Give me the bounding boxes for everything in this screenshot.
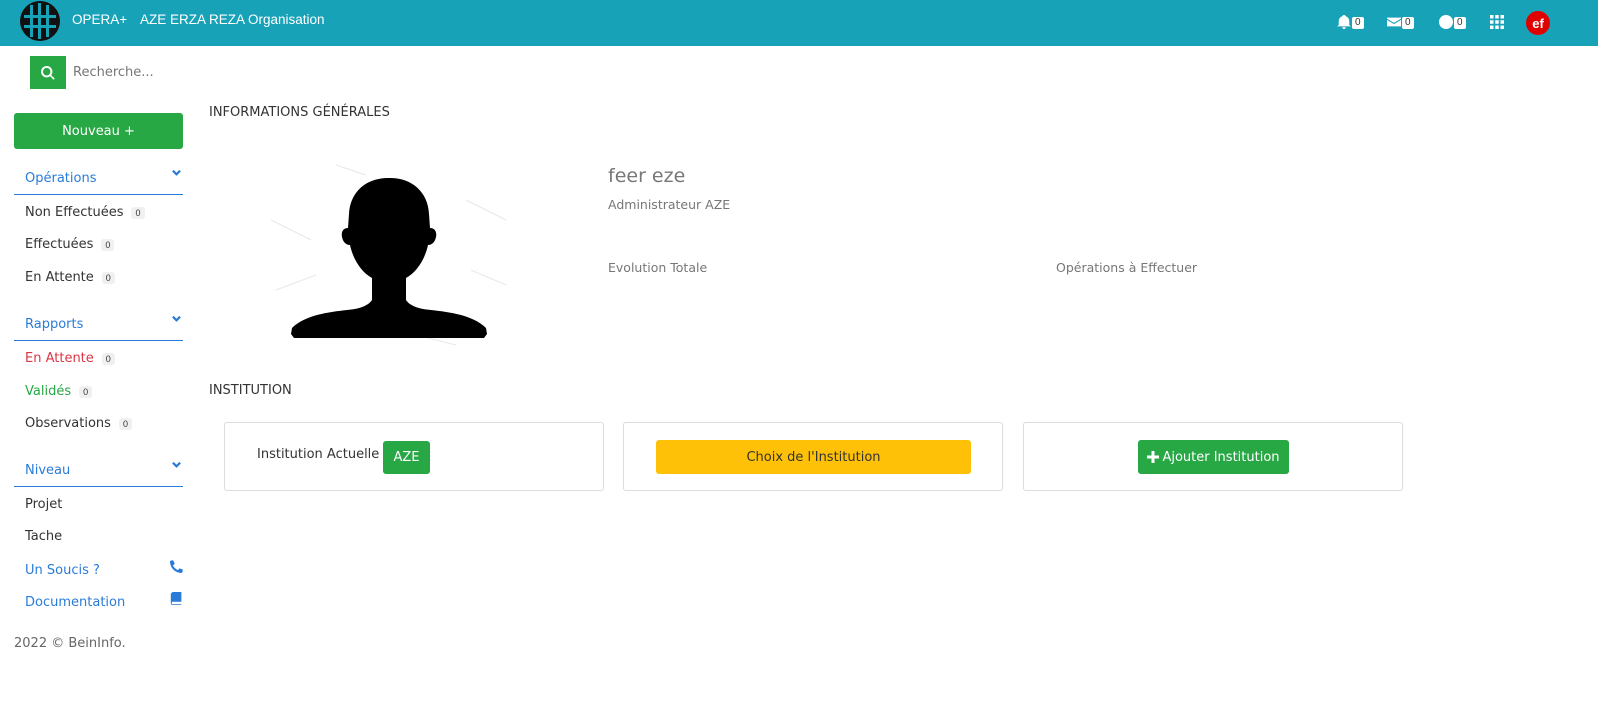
user-avatar[interactable]: ef bbox=[1526, 11, 1550, 35]
plus-icon bbox=[1147, 451, 1160, 463]
grid-icon bbox=[1490, 15, 1504, 29]
count-badge: 0 bbox=[101, 271, 115, 284]
add-institution-label: Ajouter Institution bbox=[1162, 449, 1280, 465]
count-badge: 0 bbox=[118, 417, 132, 430]
evolution-total-label: Evolution Totale bbox=[608, 260, 708, 275]
sidebar-item-label: Un Soucis ? bbox=[25, 563, 100, 578]
sidebar-item-non-effectuees[interactable]: Non Effectuées 0 bbox=[25, 205, 145, 220]
sidebar-item-valides[interactable]: Validés 0 bbox=[25, 384, 93, 399]
search-input[interactable] bbox=[66, 56, 186, 89]
top-navbar: OPERA+ AZE ERZA REZA Organisation 0 0 0 … bbox=[0, 0, 1598, 46]
section-niveau-header[interactable]: Niveau bbox=[14, 461, 183, 487]
search-icon bbox=[41, 65, 55, 80]
sidebar-item-projet[interactable]: Projet bbox=[25, 497, 62, 512]
phone-icon[interactable] bbox=[169, 558, 183, 574]
bell-icon bbox=[1337, 15, 1351, 29]
sidebar-item-en-attente[interactable]: En Attente 0 bbox=[25, 270, 115, 285]
choose-institution-button[interactable]: Choix de l'Institution bbox=[656, 440, 971, 474]
current-institution-card: Institution Actuelle : AZE bbox=[224, 422, 604, 491]
chevron-down-icon[interactable] bbox=[172, 458, 181, 468]
sidebar-item-label: Documentation bbox=[25, 595, 126, 610]
profile-silhouette-image bbox=[266, 160, 516, 350]
sidebar-item-tache[interactable]: Tache bbox=[25, 529, 62, 544]
section-operations-header[interactable]: Opérations bbox=[14, 169, 183, 195]
book-icon[interactable] bbox=[170, 590, 183, 605]
new-button[interactable]: Nouveau + bbox=[14, 113, 183, 149]
app-logo-icon[interactable] bbox=[20, 1, 60, 41]
sidebar-item-effectuees[interactable]: Effectuées 0 bbox=[25, 237, 115, 252]
sidebar-item-rapports-en-attente[interactable]: En Attente 0 bbox=[25, 351, 115, 366]
history-count-badge: 0 bbox=[1454, 17, 1466, 29]
apps-grid-button[interactable] bbox=[1490, 12, 1504, 32]
count-badge: 0 bbox=[79, 385, 93, 398]
general-info-title: INFORMATIONS GÉNÉRALES bbox=[209, 105, 390, 120]
add-institution-button[interactable]: Ajouter Institution bbox=[1138, 440, 1289, 474]
section-rapports-header[interactable]: Rapports bbox=[14, 315, 183, 341]
sidebar-item-label: Projet bbox=[25, 497, 63, 512]
add-institution-card: Ajouter Institution bbox=[1023, 422, 1403, 491]
count-badge: 0 bbox=[101, 238, 115, 251]
count-badge: 0 bbox=[131, 206, 145, 219]
current-institution-label: Institution Actuelle : bbox=[257, 447, 388, 462]
sidebar-item-documentation[interactable]: Documentation bbox=[25, 595, 125, 610]
organisation-name[interactable]: AZE ERZA REZA Organisation bbox=[140, 12, 325, 27]
choose-institution-card: Choix de l'Institution bbox=[623, 422, 1003, 491]
messages-button[interactable]: 0 bbox=[1387, 12, 1414, 32]
sidebar-item-observations[interactable]: Observations 0 bbox=[25, 416, 132, 431]
footer-copyright: 2022 © BeinInfo. bbox=[14, 636, 126, 651]
profile-name: feer eze bbox=[608, 165, 686, 187]
notifications-button[interactable]: 0 bbox=[1337, 12, 1364, 32]
section-niveau-title: Niveau bbox=[25, 463, 71, 478]
search-button[interactable] bbox=[30, 56, 66, 89]
sidebar-item-label: Non Effectuées bbox=[25, 205, 124, 220]
notifications-count-badge: 0 bbox=[1352, 17, 1364, 29]
sidebar-item-label: Observations bbox=[25, 416, 111, 431]
chevron-down-icon[interactable] bbox=[172, 166, 181, 176]
count-badge: 0 bbox=[101, 352, 115, 365]
history-button[interactable]: 0 bbox=[1439, 12, 1466, 32]
current-institution-badge[interactable]: AZE bbox=[383, 441, 430, 474]
sidebar-item-label: Validés bbox=[25, 384, 72, 399]
sidebar-item-label: En Attente bbox=[25, 270, 94, 285]
section-rapports-title: Rapports bbox=[25, 317, 84, 332]
chevron-down-icon[interactable] bbox=[172, 312, 181, 322]
envelope-icon bbox=[1387, 17, 1401, 27]
sidebar-item-label: Tache bbox=[25, 529, 63, 544]
operations-to-do-label: Opérations à Effectuer bbox=[1056, 260, 1198, 275]
section-operations-title: Opérations bbox=[25, 171, 97, 186]
sidebar-item-label: Effectuées bbox=[25, 237, 94, 252]
profile-role: Administrateur AZE bbox=[608, 197, 731, 212]
app-name[interactable]: OPERA+ bbox=[72, 12, 127, 27]
messages-count-badge: 0 bbox=[1402, 17, 1414, 29]
institution-title: INSTITUTION bbox=[209, 383, 292, 398]
sidebar-item-support[interactable]: Un Soucis ? bbox=[25, 563, 100, 578]
clock-icon bbox=[1439, 15, 1453, 29]
sidebar-item-label: En Attente bbox=[25, 351, 94, 366]
